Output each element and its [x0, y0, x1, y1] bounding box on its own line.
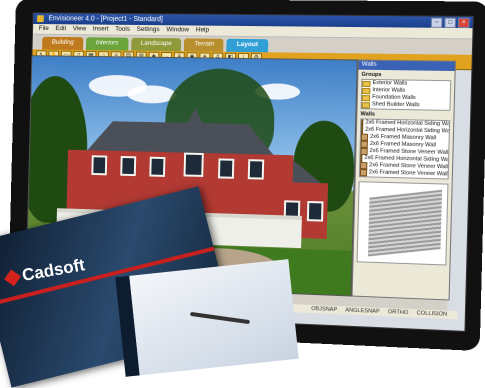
- status-ortho[interactable]: ORTHO: [388, 308, 409, 317]
- tab-layout[interactable]: Layout: [227, 39, 268, 52]
- window-controls: – □ ×: [431, 18, 470, 29]
- tab-building[interactable]: Building: [42, 37, 83, 50]
- folder-icon: [362, 87, 370, 93]
- tab-interiors[interactable]: Interiors: [86, 37, 128, 50]
- walls-panel: Walls Groups Exterior Walls Interior Wal…: [352, 60, 456, 301]
- walls-list: 2x6 Framed Horizontal Siding Wa 2x6 Fram…: [359, 118, 450, 179]
- wall-item[interactable]: 2x6 Framed Stone Veneer Wall: [360, 169, 448, 178]
- status-anglesnap[interactable]: ANGLESNAP: [345, 306, 380, 316]
- maximize-icon[interactable]: □: [444, 18, 456, 28]
- panel-title: Walls: [359, 61, 455, 72]
- wall-preview-image: [368, 190, 442, 257]
- menu-settings[interactable]: Settings: [137, 25, 160, 35]
- tab-landscape[interactable]: Landscape: [131, 38, 182, 51]
- house-window: [91, 155, 107, 175]
- folder-icon: [362, 95, 370, 101]
- house-window: [248, 159, 264, 179]
- group-item[interactable]: Shed Builder Walls: [362, 101, 450, 110]
- wall-icon: [360, 169, 367, 176]
- folder-icon: [362, 80, 370, 86]
- brand-logo-icon: [4, 269, 21, 286]
- house-window: [307, 201, 324, 222]
- window-title: Envisioneer 4.0 - [Project1 - Standard]: [48, 15, 162, 23]
- status-objsnap[interactable]: OBJSNAP: [311, 305, 337, 314]
- house-window: [149, 157, 165, 177]
- wall-icon: [361, 119, 363, 126]
- close-icon[interactable]: ×: [458, 18, 470, 28]
- menu-window[interactable]: Window: [166, 25, 189, 35]
- menu-help[interactable]: Help: [196, 26, 209, 36]
- wall-preview: [357, 181, 449, 265]
- menu-edit[interactable]: Edit: [55, 24, 66, 34]
- menu-file[interactable]: File: [39, 24, 49, 34]
- house-window: [184, 153, 204, 177]
- minimize-icon[interactable]: –: [431, 18, 443, 28]
- menu-tools[interactable]: Tools: [115, 25, 130, 35]
- status-collision[interactable]: COLLISION: [416, 309, 447, 318]
- folder-icon: [362, 102, 370, 108]
- groups-list: Exterior Walls Interior Walls Foundation…: [361, 79, 452, 111]
- menu-view[interactable]: View: [73, 24, 87, 34]
- app-icon: [37, 15, 44, 22]
- tab-terrain[interactable]: Terrain: [184, 38, 224, 51]
- house-window: [218, 158, 234, 178]
- house-window: [120, 156, 136, 176]
- wall-icon: [360, 155, 362, 162]
- wall-icon: [361, 126, 363, 133]
- menu-insert[interactable]: Insert: [93, 25, 109, 35]
